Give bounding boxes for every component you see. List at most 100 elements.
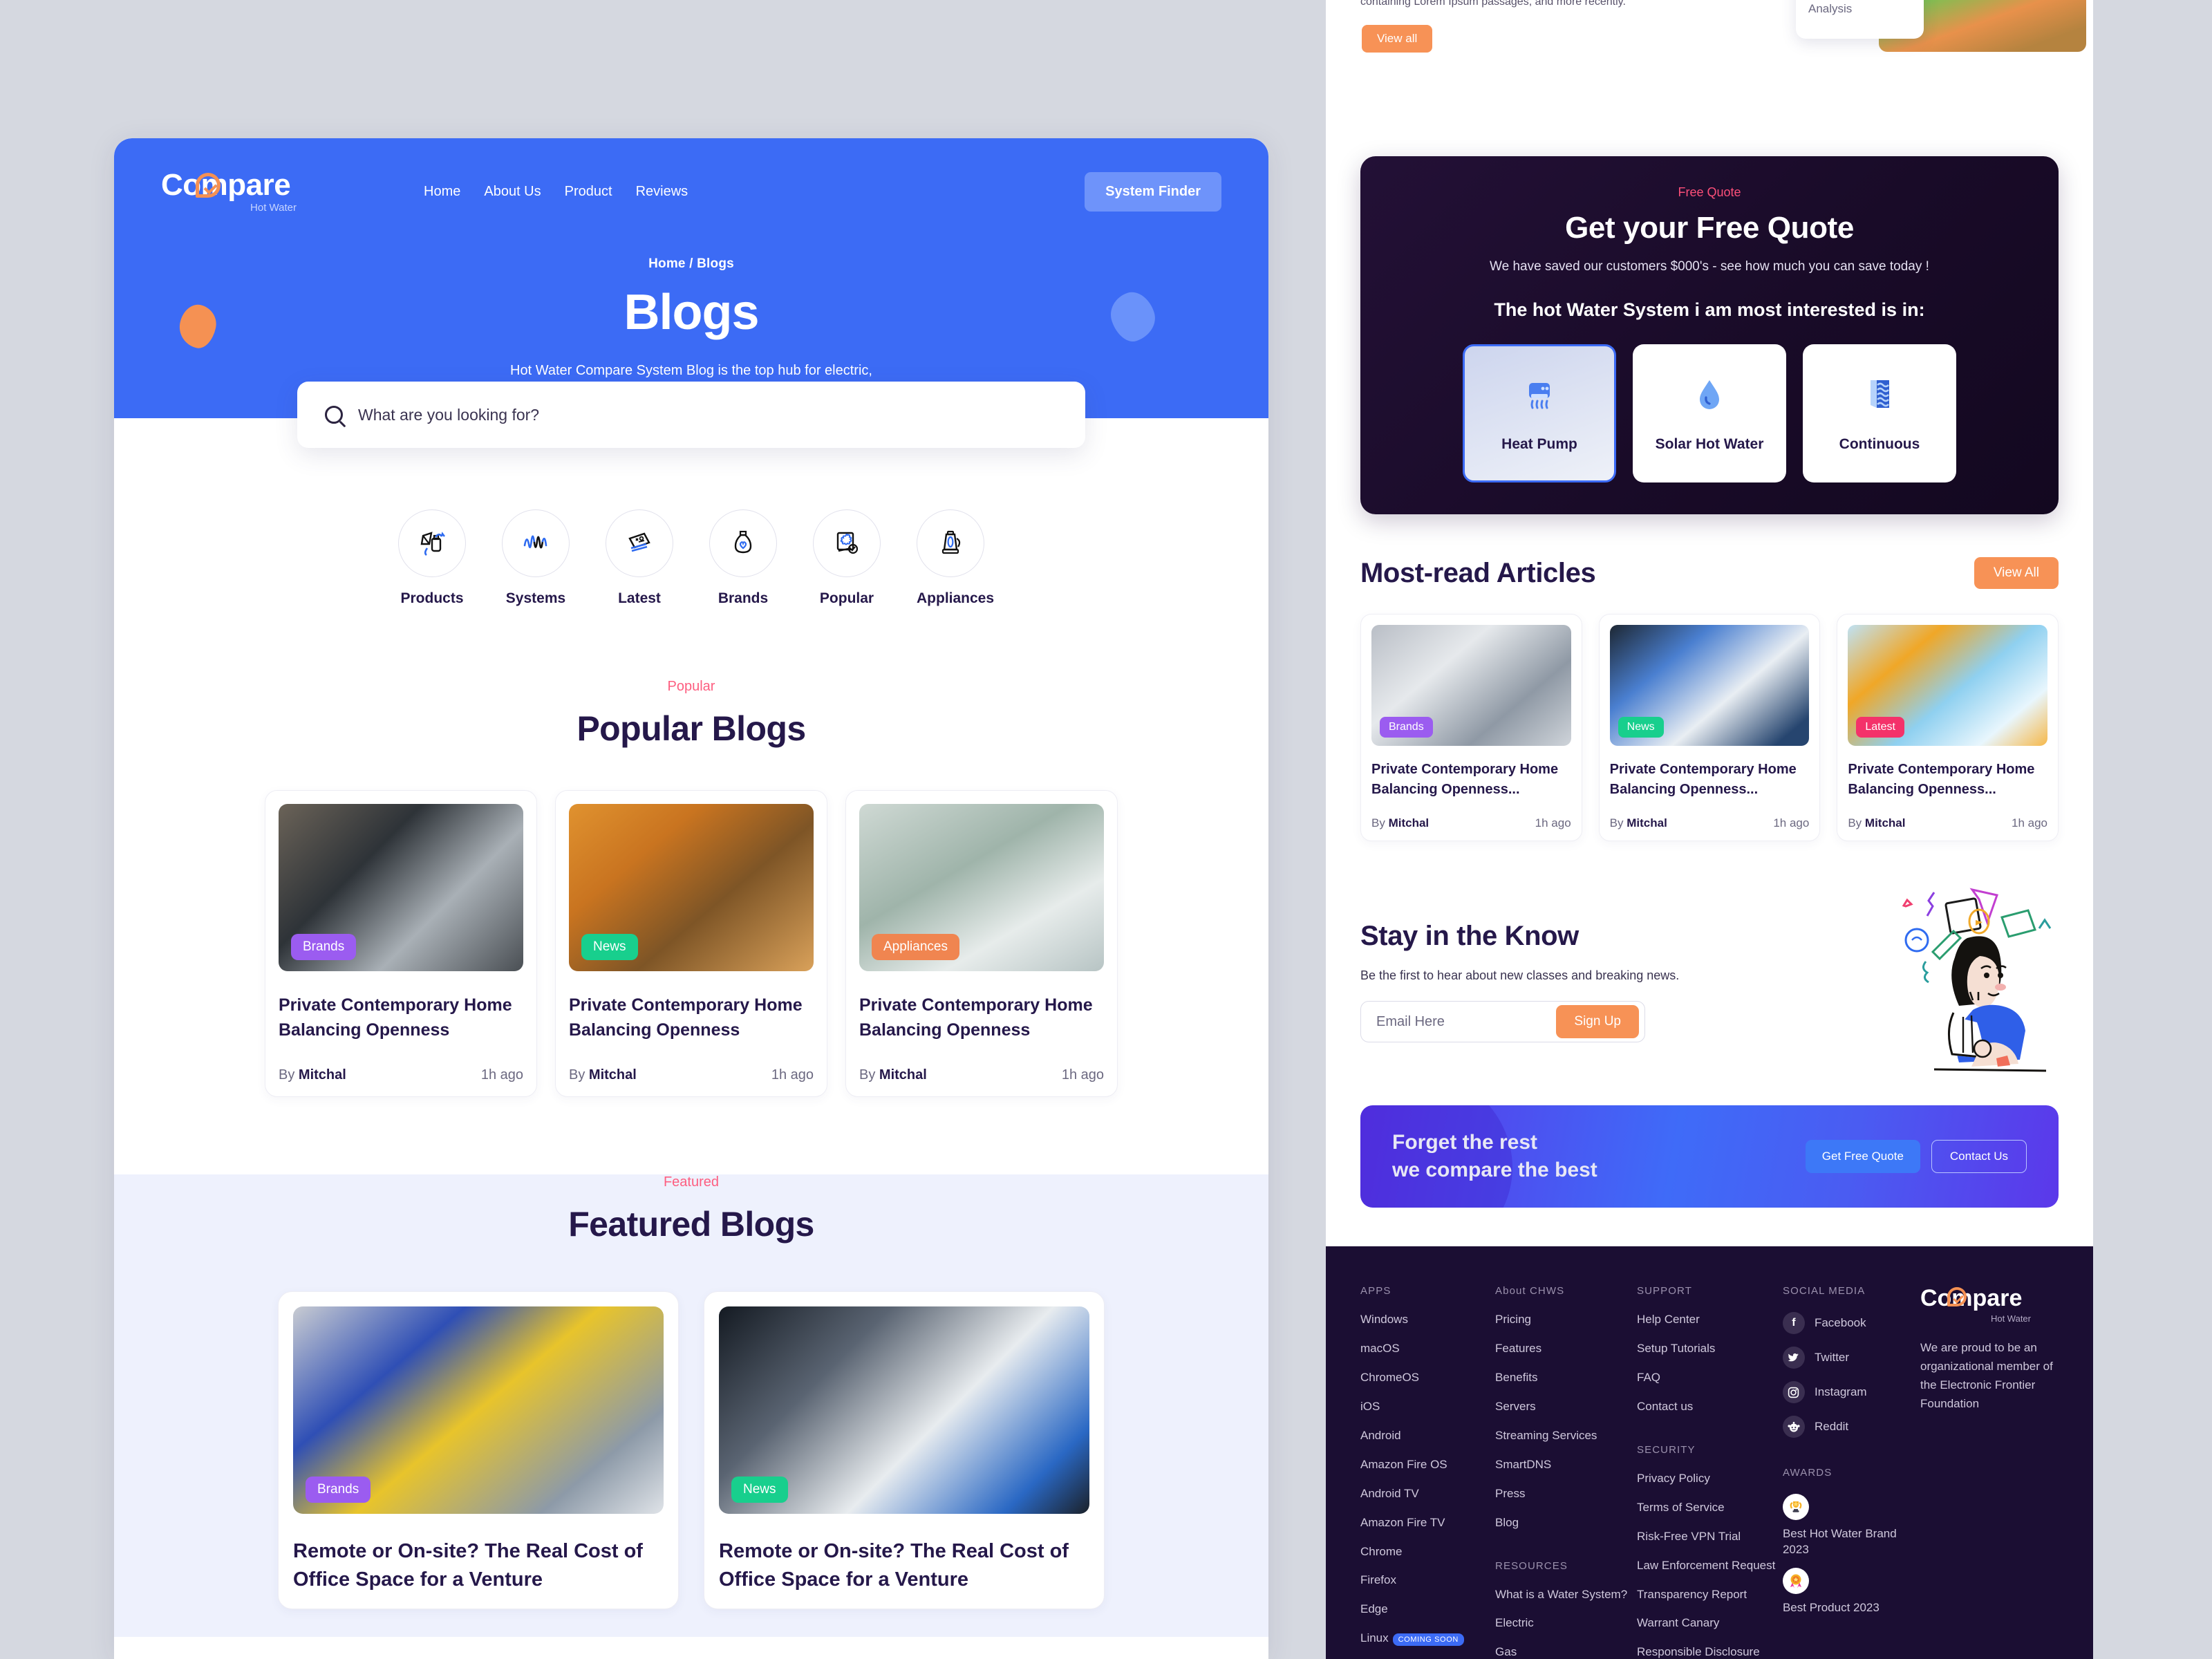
blog-card[interactable]: Appliances Private Contemporary Home Bal…: [845, 790, 1118, 1097]
footer-link[interactable]: Features: [1495, 1341, 1637, 1357]
footer-link[interactable]: Transparency Report: [1637, 1587, 1783, 1603]
search-input[interactable]: What are you looking for?: [358, 406, 539, 424]
view-all-button-top[interactable]: View all: [1362, 25, 1433, 53]
footer-logo[interactable]: Compare: [1920, 1285, 2059, 1312]
footer-link-linux[interactable]: Linux COMING SOON: [1360, 1631, 1495, 1647]
featured-card[interactable]: Brands Remote or On-site? The Real Cost …: [278, 1291, 679, 1610]
footer-link[interactable]: SmartDNS: [1495, 1457, 1637, 1473]
footer-heading-apps: APPS: [1360, 1285, 1391, 1297]
footer-link[interactable]: Terms of Service: [1637, 1500, 1783, 1516]
card-time: 1h ago: [1773, 816, 1810, 830]
social-label: Facebook: [1814, 1316, 1866, 1329]
footer-link[interactable]: Responsible Disclosure: [1637, 1644, 1783, 1659]
blog-card[interactable]: News Private Contemporary Home Balancing…: [555, 790, 827, 1097]
category-item-systems[interactable]: Systems: [502, 509, 570, 607]
footer-link[interactable]: iOS: [1360, 1399, 1495, 1415]
footer-link[interactable]: Law Enforcement Request: [1637, 1558, 1783, 1574]
top-strip-text: containing Lorem Ipsum passages, and mor…: [1360, 0, 1626, 8]
footer-link[interactable]: Amazon Fire TV: [1360, 1515, 1495, 1531]
waveform-icon: [502, 509, 570, 577]
article-card[interactable]: News Private Contemporary Home Balancing…: [1598, 614, 1821, 841]
footer-link[interactable]: What is a Water System?: [1495, 1587, 1637, 1603]
social-link-twitter[interactable]: Twitter: [1782, 1347, 1920, 1369]
article-card[interactable]: Latest Private Contemporary Home Balanci…: [1837, 614, 2059, 841]
card-thumbnail: Brands: [293, 1306, 664, 1514]
footer-link[interactable]: Press: [1495, 1486, 1637, 1502]
category-item-products[interactable]: Products: [398, 509, 466, 607]
award-label: Best Hot Water Brand 2023: [1782, 1527, 1897, 1556]
footer-link[interactable]: Servers: [1495, 1399, 1637, 1415]
nav-link-about-us[interactable]: About Us: [484, 184, 541, 200]
footer-link[interactable]: Privacy Policy: [1637, 1471, 1783, 1487]
footer-link[interactable]: Benefits: [1495, 1370, 1637, 1386]
twitter-icon: [1782, 1347, 1805, 1369]
footer-link[interactable]: Windows: [1360, 1312, 1495, 1328]
footer-link[interactable]: Gas: [1495, 1644, 1637, 1659]
footer-link[interactable]: Help Center: [1637, 1312, 1783, 1328]
most-read-header: Most-read Articles View All: [1360, 557, 2059, 589]
social-link-instagram[interactable]: Instagram: [1782, 1381, 1920, 1403]
contact-us-button[interactable]: Contact Us: [1931, 1140, 2027, 1173]
footer-link[interactable]: Electric: [1495, 1615, 1637, 1631]
site-logo[interactable]: Compare Hot Water: [161, 170, 299, 214]
footer-link[interactable]: Firefox: [1360, 1573, 1495, 1588]
footer-link[interactable]: Edge: [1360, 1602, 1495, 1618]
social-link-facebook[interactable]: f Facebook: [1782, 1312, 1920, 1334]
footer-heading-resources: RESOURCES: [1495, 1559, 1568, 1572]
footer-link[interactable]: Risk-Free VPN Trial: [1637, 1529, 1783, 1545]
category-item-latest[interactable]: Latest: [606, 509, 673, 607]
option-continuous[interactable]: Continuous: [1803, 344, 1956, 482]
footer-link[interactable]: Contact us: [1637, 1399, 1783, 1415]
card-tag-badge: News: [731, 1477, 788, 1503]
footer-link[interactable]: FAQ: [1637, 1370, 1783, 1386]
site-footer: APPS Windows macOS ChromeOS iOS Android …: [1326, 1246, 2093, 1659]
featured-section-title: Featured Blogs: [568, 1205, 814, 1244]
view-all-button[interactable]: View All: [1974, 557, 2059, 589]
popular-section-title: Popular Blogs: [577, 709, 806, 748]
free-quote-title: Get your Free Quote: [1565, 211, 1854, 245]
featured-card[interactable]: News Remote or On-site? The Real Cost of…: [704, 1291, 1105, 1610]
awards-card-subtitle: Analysis: [1808, 2, 1853, 15]
card-tag-badge: News: [1618, 717, 1664, 738]
article-card[interactable]: Brands Private Contemporary Home Balanci…: [1360, 614, 1582, 841]
logo-check-badge-icon: [196, 173, 221, 198]
newsletter-section: Stay in the Know Be the first to hear ab…: [1360, 888, 2059, 1072]
footer-link[interactable]: Chrome: [1360, 1544, 1495, 1560]
option-solar-hot-water[interactable]: Solar Hot Water: [1633, 344, 1786, 482]
footer-link[interactable]: Warrant Canary: [1637, 1615, 1783, 1631]
footer-link[interactable]: ChromeOS: [1360, 1370, 1495, 1386]
category-item-brands[interactable]: Brands: [709, 509, 777, 607]
footer-link[interactable]: Pricing: [1495, 1312, 1637, 1328]
newsletter-copy: Stay in the Know Be the first to hear ab…: [1360, 921, 1685, 1042]
footer-link[interactable]: Android: [1360, 1428, 1495, 1444]
footer-link[interactable]: macOS: [1360, 1341, 1495, 1357]
search-bar[interactable]: What are you looking for?: [297, 382, 1085, 448]
card-thumbnail: Latest: [1848, 625, 2048, 746]
newsletter-subtitle: Be the first to hear about new classes a…: [1360, 968, 1680, 982]
email-input[interactable]: Email Here: [1376, 1014, 1556, 1030]
most-read-cards-row: Brands Private Contemporary Home Balanci…: [1360, 614, 2059, 841]
sign-up-button[interactable]: Sign Up: [1556, 1005, 1639, 1038]
nav-link-product[interactable]: Product: [565, 184, 612, 200]
nav-link-reviews[interactable]: Reviews: [636, 184, 688, 200]
card-thumbnail: News: [569, 804, 814, 971]
card-title: Private Contemporary Home Balancing Open…: [1609, 762, 1797, 797]
category-item-popular[interactable]: Popular: [813, 509, 881, 607]
category-item-appliances[interactable]: Appliances: [917, 509, 994, 607]
footer-link[interactable]: Blog: [1495, 1515, 1637, 1531]
footer-column-apps: APPS Windows macOS ChromeOS iOS Android …: [1360, 1285, 1495, 1659]
blog-card[interactable]: Brands Private Contemporary Home Balanci…: [265, 790, 537, 1097]
get-free-quote-button[interactable]: Get Free Quote: [1805, 1140, 1920, 1173]
free-quote-question: The hot Water System i am most intereste…: [1494, 299, 1925, 320]
option-heat-pump[interactable]: Heat Pump: [1463, 344, 1616, 482]
social-link-reddit[interactable]: Reddit: [1782, 1416, 1920, 1438]
system-finder-button[interactable]: System Finder: [1085, 172, 1221, 212]
card-thumbnail: News: [1609, 625, 1810, 746]
heat-pump-icon: [1519, 375, 1559, 418]
footer-link[interactable]: Amazon Fire OS: [1360, 1457, 1495, 1473]
footer-link[interactable]: Android TV: [1360, 1486, 1495, 1502]
footer-link[interactable]: Streaming Services: [1495, 1428, 1637, 1444]
footer-link[interactable]: Setup Tutorials: [1637, 1341, 1783, 1357]
nav-link-home[interactable]: Home: [424, 184, 460, 200]
water-drop-icon: [1689, 375, 1730, 418]
